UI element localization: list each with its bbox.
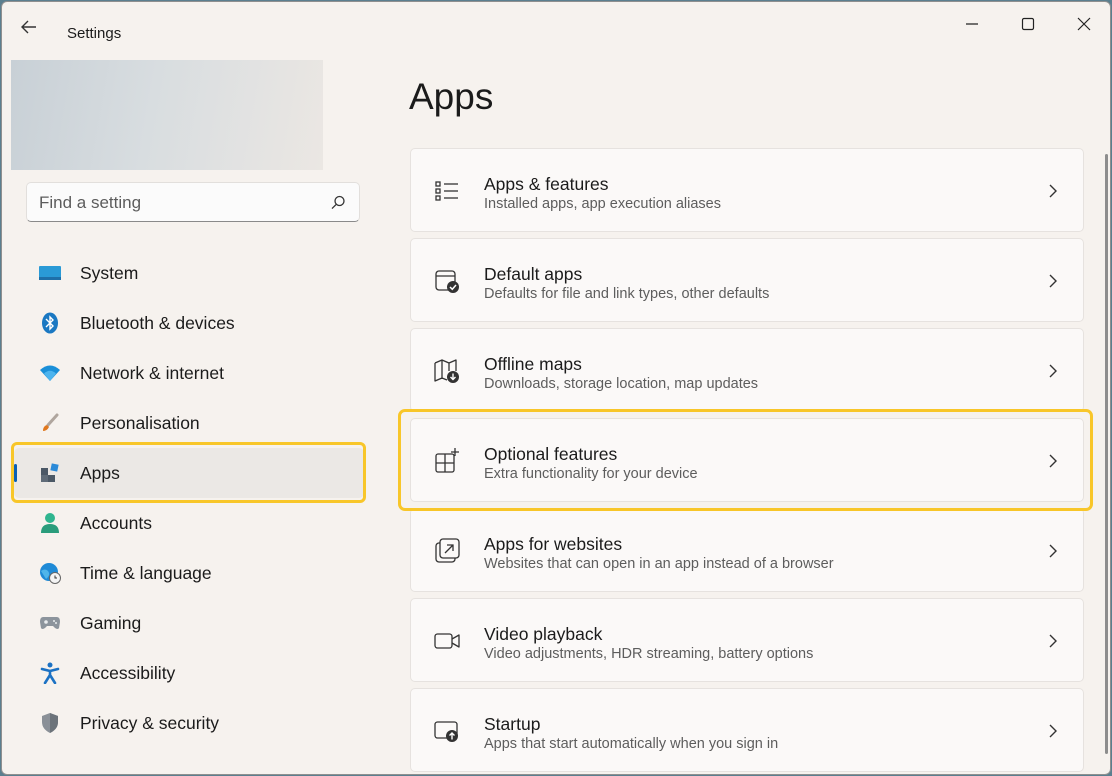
chevron-right-icon	[1049, 184, 1057, 198]
sidebar-item-label: Network & internet	[80, 362, 224, 383]
card-apps-for-websites[interactable]: Apps for websites Websites that can open…	[410, 508, 1084, 592]
scrollbar[interactable]	[1105, 154, 1108, 754]
chevron-right-icon	[1049, 544, 1057, 558]
card-subtitle: Apps that start automatically when you s…	[484, 736, 779, 752]
search-icon[interactable]	[329, 194, 347, 212]
globe-clock-icon	[38, 561, 62, 585]
sidebar-item-bluetooth[interactable]: Bluetooth & devices	[14, 298, 364, 348]
card-startup[interactable]: Startup Apps that start automatically wh…	[410, 688, 1084, 772]
sidebar-item-gaming[interactable]: Gaming	[14, 598, 364, 648]
card-title: Offline maps	[484, 354, 582, 374]
video-camera-icon	[434, 633, 460, 649]
sidebar-item-apps[interactable]: Apps	[14, 448, 364, 498]
bluetooth-icon	[38, 311, 62, 335]
card-apps-features[interactable]: Apps & features Installed apps, app exec…	[410, 148, 1084, 232]
settings-card-list: Apps & features Installed apps, app exec…	[410, 148, 1084, 774]
page-title: Apps	[409, 76, 494, 117]
sidebar-item-label: Bluetooth & devices	[80, 312, 235, 333]
open-external-icon	[435, 538, 460, 563]
card-subtitle: Video adjustments, HDR streaming, batter…	[484, 646, 814, 662]
card-title: Video playback	[484, 624, 603, 644]
card-offline-maps[interactable]: Offline maps Downloads, storage location…	[410, 328, 1084, 412]
close-button[interactable]	[1062, 10, 1106, 38]
search-input[interactable]	[39, 191, 319, 215]
brush-icon	[38, 411, 62, 435]
selection-indicator	[14, 464, 17, 482]
card-subtitle: Websites that can open in an app instead…	[484, 556, 834, 572]
card-default-apps[interactable]: Default apps Defaults for file and link …	[410, 238, 1084, 322]
sidebar-item-label: Privacy & security	[80, 712, 220, 733]
card-subtitle: Downloads, storage location, map updates	[484, 376, 759, 392]
settings-window: Settings System Bluetooth	[1, 1, 1111, 775]
chevron-right-icon	[1049, 634, 1057, 648]
sidebar-item-system[interactable]: System	[14, 248, 364, 298]
sidebar-nav: System Bluetooth & devices Network & int…	[14, 248, 364, 748]
sidebar-item-accessibility[interactable]: Accessibility	[14, 648, 364, 698]
card-optional-features[interactable]: Optional features Extra functionality fo…	[410, 418, 1084, 502]
sidebar-item-time-language[interactable]: Time & language	[14, 548, 364, 598]
close-icon	[1077, 17, 1091, 31]
map-download-icon	[434, 359, 459, 383]
gamepad-icon	[38, 611, 62, 635]
title-bar: Settings	[2, 2, 1110, 48]
card-subtitle: Extra functionality for your device	[484, 466, 698, 482]
minimize-button[interactable]	[950, 10, 994, 38]
card-subtitle: Defaults for file and link types, other …	[484, 286, 770, 302]
sidebar-item-label: Time & language	[80, 562, 212, 583]
default-apps-icon	[435, 270, 459, 293]
monitor-icon	[38, 261, 62, 285]
shield-icon	[38, 711, 62, 735]
sidebar-item-label: Gaming	[80, 612, 142, 633]
sidebar-item-label: System	[80, 262, 139, 283]
search-box[interactable]	[26, 182, 360, 222]
chevron-right-icon	[1049, 454, 1057, 468]
chevron-right-icon	[1049, 364, 1057, 378]
wifi-icon	[38, 361, 62, 385]
sidebar-item-label: Personalisation	[80, 412, 200, 433]
sidebar-item-accounts[interactable]: Accounts	[14, 498, 364, 548]
sidebar-item-privacy-security[interactable]: Privacy & security	[14, 698, 364, 748]
sidebar-item-label: Apps	[80, 462, 120, 483]
card-title: Optional features	[484, 444, 618, 464]
back-arrow-icon	[21, 20, 36, 34]
sidebar-item-label: Accessibility	[80, 662, 176, 683]
maximize-button[interactable]	[1006, 10, 1050, 38]
chevron-right-icon	[1049, 724, 1057, 738]
sidebar-item-personalisation[interactable]: Personalisation	[14, 398, 364, 448]
maximize-icon	[1021, 17, 1035, 31]
minimize-icon	[966, 23, 978, 25]
sidebar-item-label: Accounts	[80, 512, 152, 533]
card-video-playback[interactable]: Video playback Video adjustments, HDR st…	[410, 598, 1084, 682]
card-subtitle: Installed apps, app execution aliases	[484, 196, 721, 212]
grid-plus-icon	[435, 448, 459, 473]
card-title: Apps for websites	[484, 534, 623, 554]
person-icon	[38, 511, 62, 535]
startup-icon	[434, 721, 458, 742]
app-title: Settings	[67, 25, 122, 42]
sidebar-item-network[interactable]: Network & internet	[14, 348, 364, 398]
card-title: Apps & features	[484, 174, 609, 194]
card-title: Default apps	[484, 264, 583, 284]
list-icon	[435, 181, 458, 201]
user-account-card[interactable]	[11, 60, 323, 170]
back-button[interactable]	[20, 18, 50, 48]
accessibility-icon	[38, 661, 62, 685]
chevron-right-icon	[1049, 274, 1057, 288]
card-title: Startup	[484, 714, 541, 734]
apps-icon	[38, 461, 62, 485]
